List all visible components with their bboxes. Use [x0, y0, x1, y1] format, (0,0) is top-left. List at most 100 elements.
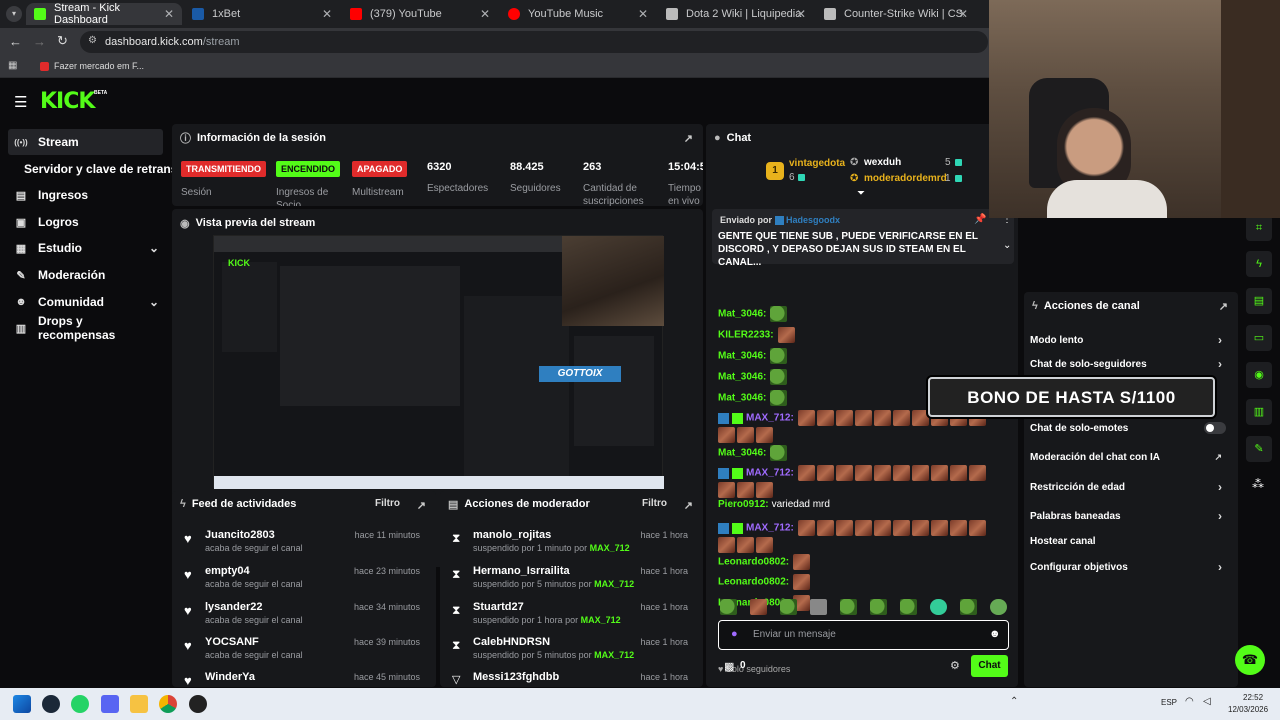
- chat-input[interactable]: ● Enviar un mensaje ☻: [718, 620, 1009, 650]
- emote-icon[interactable]: [873, 410, 891, 426]
- emote-icon[interactable]: [770, 369, 788, 385]
- list-item[interactable]: ⧗ Stuartd27 suspendido por 1 hora por MA…: [440, 599, 700, 635]
- chat-username[interactable]: Leonardo0802:: [718, 557, 789, 568]
- emote-icon[interactable]: [835, 520, 853, 536]
- chat-settings-icon[interactable]: ⚙: [950, 659, 960, 672]
- forward-icon[interactable]: →: [33, 34, 46, 49]
- emote-icon[interactable]: [892, 465, 910, 481]
- list-item[interactable]: ♥ empty04 acaba de seguir el canal hace …: [172, 563, 432, 599]
- popout-icon[interactable]: ↗: [684, 499, 693, 512]
- host-channel-item[interactable]: Hostear canal: [1030, 530, 1230, 552]
- sidebar-item-stream-key[interactable]: Servidor y clave de retransmisión: [24, 162, 172, 176]
- sidebar-item-ingresos[interactable]: ▤ Ingresos: [8, 182, 163, 208]
- pinned-message[interactable]: Enviado por Hadesgoodx 📌 ⋮ GENTE QUE TIE…: [712, 209, 1014, 268]
- emote-icon[interactable]: [892, 410, 910, 426]
- chat-username[interactable]: MAX_712:: [746, 523, 794, 534]
- chat-username[interactable]: KILER2233:: [718, 330, 774, 341]
- emote-icon[interactable]: [756, 537, 773, 553]
- tab-list-icon[interactable]: ▾: [6, 6, 22, 22]
- tab-1xbet[interactable]: 1xBet ✕: [184, 3, 340, 25]
- chat-username[interactable]: Mat_3046:: [718, 372, 766, 383]
- whatsapp-icon[interactable]: [71, 695, 89, 713]
- list-item[interactable]: ▽ Messi123fghdbb hace 1 hora: [440, 669, 700, 687]
- emote-icon[interactable]: [892, 520, 910, 536]
- chat-message[interactable]: Leonardo0802:: [718, 554, 812, 570]
- leaderboard-name[interactable]: vintagedota: [789, 158, 845, 169]
- chat-message[interactable]: MAX_712:: [718, 520, 988, 553]
- configure-goals-item[interactable]: Configurar objetivos ›: [1030, 556, 1230, 578]
- emote-icon[interactable]: [835, 465, 853, 481]
- emote-icon[interactable]: [816, 520, 834, 536]
- age-restriction-item[interactable]: Restricción de edad ›: [1030, 476, 1230, 498]
- emote-icon[interactable]: [810, 599, 827, 615]
- menu-icon[interactable]: ☰: [14, 93, 27, 111]
- chat-username[interactable]: MAX_712:: [746, 468, 794, 479]
- chat-message[interactable]: Mat_3046:: [718, 348, 789, 364]
- popout-icon[interactable]: ↗: [1219, 300, 1228, 313]
- close-tab-icon[interactable]: ✕: [958, 7, 968, 21]
- chat-username[interactable]: Leonardo0802:: [718, 577, 789, 588]
- slow-mode-item[interactable]: Modo lento ›: [1030, 329, 1230, 351]
- close-tab-icon[interactable]: ✕: [638, 7, 648, 21]
- url-bar[interactable]: ⚙ dashboard.kick.com/stream: [80, 31, 988, 53]
- chat-message[interactable]: MAX_712:: [718, 465, 988, 498]
- emote-icon[interactable]: [960, 599, 977, 615]
- sidebar-item-stream[interactable]: ((•)) Stream: [8, 129, 163, 155]
- tab-kick-dashboard[interactable]: Stream - Kick Dashboard ✕: [26, 2, 182, 26]
- chat-username[interactable]: Mat_3046:: [718, 309, 766, 320]
- leaderboard-name[interactable]: moderadordemrd: [864, 173, 947, 184]
- filter-button[interactable]: Filtro: [375, 498, 400, 509]
- apps-icon[interactable]: ▦: [8, 60, 17, 71]
- emote-icon[interactable]: [737, 427, 754, 443]
- emote-icon[interactable]: [718, 427, 735, 443]
- emote-only-chat-item[interactable]: Chat de solo-emotes: [1030, 417, 1230, 439]
- chat-message[interactable]: Mat_3046:: [718, 445, 789, 461]
- chat-message[interactable]: Leonardo0802:: [718, 574, 812, 590]
- sidebar-item-comunidad[interactable]: ☻ Comunidad ⌄: [8, 289, 163, 315]
- language-indicator[interactable]: ESP: [1161, 698, 1177, 707]
- printer-icon[interactable]: ▥: [1246, 399, 1272, 425]
- emote-icon[interactable]: [835, 410, 853, 426]
- tab-cs-wiki[interactable]: Counter-Strike Wiki | CS2 | Liqu ✕: [816, 3, 976, 25]
- kick-points-icon[interactable]: ▩: [724, 660, 734, 673]
- emote-icon[interactable]: [718, 537, 735, 553]
- tab-youtube-music[interactable]: YouTube Music ✕: [500, 3, 656, 25]
- tab-dota2-wiki[interactable]: Dota 2 Wiki | Liquipedia ✕: [658, 3, 814, 25]
- tab-youtube[interactable]: (379) YouTube ✕: [342, 3, 498, 25]
- emote-icon[interactable]: [900, 599, 917, 615]
- close-tab-icon[interactable]: ✕: [164, 7, 174, 21]
- list-item[interactable]: ⧗ CalebHNDRSN suspendido por 5 minutos p…: [440, 634, 700, 670]
- chat-icon[interactable]: ▭: [1246, 325, 1272, 351]
- emote-icon[interactable]: [756, 427, 773, 443]
- clock-time[interactable]: 22:52: [1243, 693, 1263, 702]
- emote-icon[interactable]: [854, 410, 872, 426]
- chevron-down-icon[interactable]: ⌄: [1003, 240, 1011, 251]
- list-item[interactable]: ♥ YOCSANF acaba de seguir el canal hace …: [172, 634, 432, 670]
- emote-icon[interactable]: [930, 520, 948, 536]
- expand-leaderboard-icon[interactable]: ⏷: [857, 188, 865, 199]
- emote-icon[interactable]: [777, 327, 795, 343]
- emote-icon[interactable]: [990, 599, 1007, 615]
- chat-message[interactable]: KILER2233:: [718, 327, 797, 343]
- emote-icon[interactable]: [793, 554, 811, 570]
- chevron-down-icon[interactable]: ⌄: [149, 241, 159, 255]
- emote-icon[interactable]: [816, 465, 834, 481]
- close-tab-icon[interactable]: ✕: [480, 7, 490, 21]
- reload-icon[interactable]: ↻: [57, 33, 68, 49]
- list-item[interactable]: ♥ WinderYa hace 45 minutos: [172, 669, 432, 687]
- chat-username[interactable]: Mat_3046:: [718, 448, 766, 459]
- people-icon[interactable]: ⁂: [1252, 477, 1264, 491]
- sidebar-item-estudio[interactable]: ▦ Estudio ⌄: [8, 235, 163, 261]
- list-item[interactable]: ♥ Juancito2803 acaba de seguir el canal …: [172, 527, 432, 563]
- wifi-icon[interactable]: ◠: [1185, 696, 1194, 707]
- site-info-icon[interactable]: ⚙: [88, 35, 97, 46]
- emote-icon[interactable]: [873, 520, 891, 536]
- emote-icon[interactable]: [770, 348, 788, 364]
- emote-icon[interactable]: [854, 520, 872, 536]
- emote-icon[interactable]: [911, 520, 929, 536]
- chevron-up-icon[interactable]: ⌃: [1010, 696, 1018, 707]
- steam-icon[interactable]: [42, 695, 60, 713]
- chat-message[interactable]: Mat_3046:: [718, 390, 789, 406]
- chat-message[interactable]: Piero0912: variedad mrd: [718, 499, 830, 510]
- emote-icon[interactable]: [911, 410, 929, 426]
